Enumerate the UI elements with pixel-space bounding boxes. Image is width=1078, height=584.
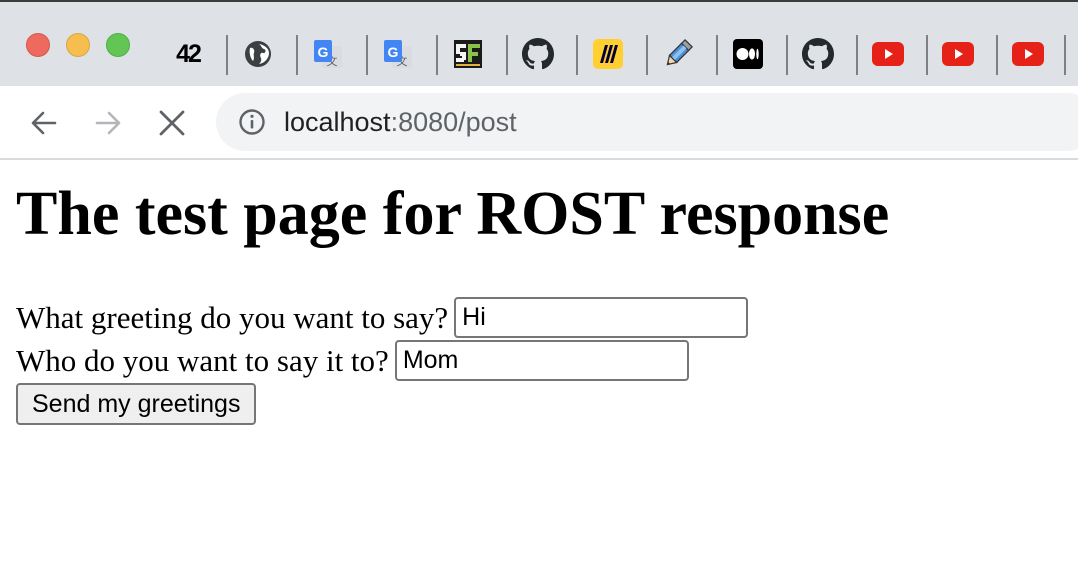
- recipient-row: Who do you want to say it to?: [16, 339, 1066, 382]
- page-content: The test page for ROST response What gre…: [16, 160, 1066, 425]
- tab-separator: [436, 35, 438, 75]
- globe-icon: [245, 41, 271, 67]
- forward-button[interactable]: [90, 105, 126, 141]
- maximize-window-button[interactable]: [106, 33, 130, 57]
- tab-youtube-2[interactable]: [941, 37, 975, 71]
- greeting-label: What greeting do you want to say?: [16, 299, 449, 335]
- url-path: :8080/post: [390, 107, 517, 137]
- close-window-button[interactable]: [26, 33, 50, 57]
- tab-separator: [996, 35, 998, 75]
- back-button[interactable]: [26, 105, 62, 141]
- greeting-input[interactable]: [454, 297, 749, 338]
- tab-separator: [786, 35, 788, 75]
- youtube-icon: [942, 42, 974, 66]
- tab-separator: [366, 35, 368, 75]
- tab-youtube[interactable]: [871, 37, 905, 71]
- google-translate-icon: 文 G: [314, 40, 342, 68]
- pixel-game-icon: [454, 40, 482, 68]
- medium-icon: [733, 39, 763, 69]
- miro-icon: [593, 39, 623, 69]
- tab-separator: [296, 35, 298, 75]
- google-translate-icon: 文 G: [384, 40, 412, 68]
- recipient-input[interactable]: [394, 340, 689, 381]
- tab-github-2[interactable]: [801, 37, 835, 71]
- svg-text:G: G: [318, 44, 329, 60]
- recipient-label: Who do you want to say it to?: [16, 342, 389, 378]
- tab-separator: [716, 35, 718, 75]
- tab-separator: [646, 35, 648, 75]
- tab-separator: [856, 35, 858, 75]
- youtube-icon: [1012, 42, 1044, 66]
- tab-separator: [576, 35, 578, 75]
- stop-loading-button[interactable]: [154, 105, 190, 141]
- page-title: The test page for ROST response: [16, 180, 890, 248]
- arrow-left-icon: [31, 111, 57, 135]
- youtube-icon: [872, 42, 904, 66]
- address-bar[interactable]: localhost:8080/post: [216, 93, 1078, 151]
- minimize-window-button[interactable]: [66, 33, 90, 57]
- github-icon: [802, 38, 834, 70]
- tab-separator: [1064, 35, 1066, 75]
- info-icon[interactable]: [238, 108, 266, 136]
- tab-separator: [926, 35, 928, 75]
- url-host: localhost: [284, 107, 391, 137]
- 42-logo-icon: 42: [176, 39, 202, 68]
- pencil-icon: [666, 39, 693, 66]
- browser-toolbar: localhost:8080/post: [0, 86, 1078, 160]
- tab-medium[interactable]: [731, 37, 765, 71]
- greeting-form: What greeting do you want to say? Who do…: [16, 296, 1066, 425]
- arrow-right-icon: [95, 111, 121, 135]
- tab-strip: 42 文 G 文 G: [0, 0, 1078, 86]
- tab-separator: [226, 35, 228, 75]
- github-icon: [522, 38, 554, 70]
- send-greetings-button[interactable]: Send my greetings: [16, 383, 257, 425]
- tab-separator: [506, 35, 508, 75]
- url-text: localhost:8080/post: [284, 106, 517, 138]
- tab-miro[interactable]: [591, 37, 625, 71]
- tab-pencil[interactable]: [661, 37, 695, 71]
- tab-pixel-game[interactable]: [451, 37, 485, 71]
- tab-google-translate-2[interactable]: 文 G: [381, 37, 415, 71]
- greeting-row: What greeting do you want to say?: [16, 296, 1066, 339]
- tab-42[interactable]: 42: [171, 37, 205, 71]
- tab-globe[interactable]: [241, 37, 275, 71]
- tab-youtube-3[interactable]: [1011, 37, 1045, 71]
- close-icon: [159, 110, 185, 136]
- svg-text:G: G: [388, 44, 399, 60]
- tab-github[interactable]: [521, 37, 555, 71]
- tab-google-translate[interactable]: 文 G: [311, 37, 345, 71]
